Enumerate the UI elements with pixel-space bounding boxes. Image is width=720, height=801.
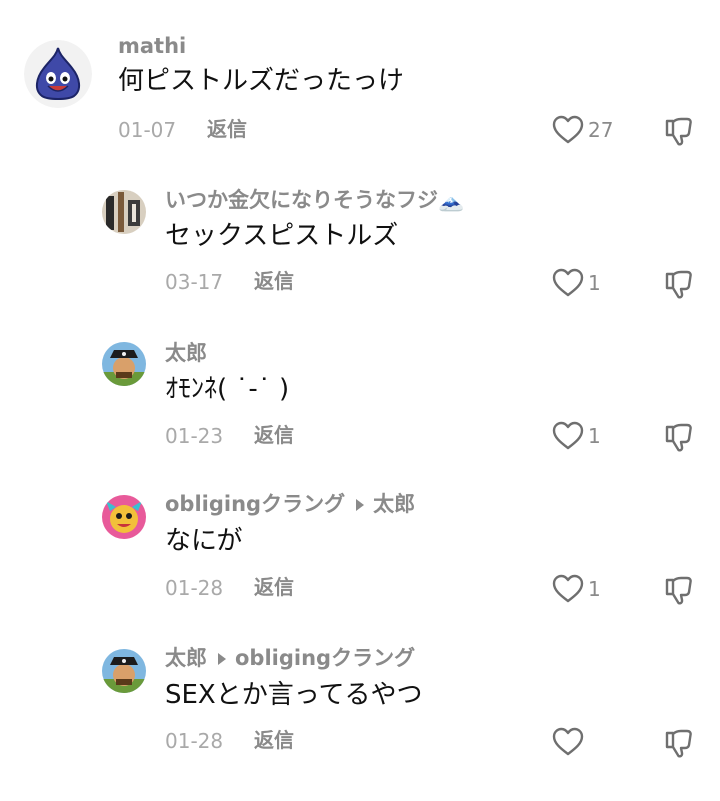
- comment-username[interactable]: 太郎: [165, 343, 207, 364]
- dislike-button[interactable]: [663, 727, 695, 759]
- comment-item: 太郎 obligingクラング SEXとか言ってるやつ 01-28 返信: [0, 615, 720, 775]
- pirate-avatar-icon[interactable]: [102, 342, 146, 386]
- slime-avatar-icon[interactable]: [24, 40, 92, 108]
- reply-arrow-icon: [218, 652, 226, 665]
- comment-date: 01-28: [165, 729, 224, 753]
- like-button[interactable]: 1: [552, 421, 601, 451]
- dislike-button[interactable]: [663, 574, 695, 606]
- reply-arrow-icon: [356, 498, 365, 511]
- like-button[interactable]: [552, 727, 588, 757]
- comment-username[interactable]: 太郎 obligingクラング: [165, 648, 415, 669]
- comment-item: 太郎 ｵﾓﾝﾈ( ˙-˙ ) 01-23 返信 1: [0, 310, 720, 465]
- dislike-button[interactable]: [663, 268, 695, 300]
- comment-text: セックスピストルズ: [165, 221, 399, 251]
- comment-item: いつか金欠になりそうなフジ🗻 セックスピストルズ 03-17 返信 1: [0, 160, 720, 310]
- like-count: 1: [588, 424, 601, 448]
- comment-text: SEXとか言ってるやつ: [165, 680, 423, 710]
- reply-to-username[interactable]: 太郎: [373, 492, 415, 516]
- like-count: 1: [588, 271, 601, 295]
- comment-date: 01-28: [165, 576, 224, 600]
- comment-text: なにが: [165, 526, 243, 556]
- heart-icon: [552, 421, 584, 450]
- heart-icon: [552, 727, 584, 756]
- comment-date: 03-17: [165, 270, 224, 294]
- heart-icon: [552, 115, 584, 144]
- comment-date: 01-23: [165, 424, 224, 448]
- reply-button[interactable]: 返信: [254, 425, 294, 445]
- cartoon-avatar-icon[interactable]: [102, 495, 146, 539]
- comment-username[interactable]: obligingクラング 太郎: [165, 494, 415, 515]
- thumbs-down-icon: [665, 423, 692, 452]
- comment-item: obligingクラング 太郎 なにが 01-28 返信 1: [0, 465, 720, 615]
- thumbs-down-icon: [665, 729, 692, 758]
- pirate-avatar-icon[interactable]: [102, 649, 146, 693]
- comment-username[interactable]: いつか金欠になりそうなフジ🗻: [165, 190, 464, 211]
- thumbs-down-icon: [665, 117, 692, 146]
- like-button[interactable]: 1: [552, 268, 601, 298]
- dislike-button[interactable]: [663, 421, 695, 453]
- like-count: 27: [588, 118, 614, 142]
- reply-to-username[interactable]: obligingクラング: [235, 646, 415, 670]
- reply-button[interactable]: 返信: [254, 271, 294, 291]
- heart-icon: [552, 268, 584, 297]
- comment-username[interactable]: mathi: [118, 36, 186, 57]
- like-button[interactable]: 1: [552, 574, 601, 604]
- like-button[interactable]: 27: [552, 115, 613, 145]
- reply-button[interactable]: 返信: [254, 577, 294, 597]
- comment-date: 01-07: [118, 118, 177, 142]
- thumbs-down-icon: [665, 576, 692, 605]
- dislike-button[interactable]: [663, 115, 695, 147]
- comment-text: 何ピストルズだったっけ: [118, 66, 405, 96]
- reply-button[interactable]: 返信: [254, 730, 294, 750]
- heart-icon: [552, 574, 584, 603]
- photo-avatar-icon[interactable]: [102, 190, 146, 234]
- comment-item: mathi 何ピストルズだったっけ 01-07 返信 27: [0, 0, 720, 160]
- thumbs-down-icon: [665, 270, 692, 299]
- reply-button[interactable]: 返信: [207, 119, 247, 139]
- comment-text: ｵﾓﾝﾈ( ˙-˙ ): [165, 374, 290, 404]
- like-count: 1: [588, 577, 601, 601]
